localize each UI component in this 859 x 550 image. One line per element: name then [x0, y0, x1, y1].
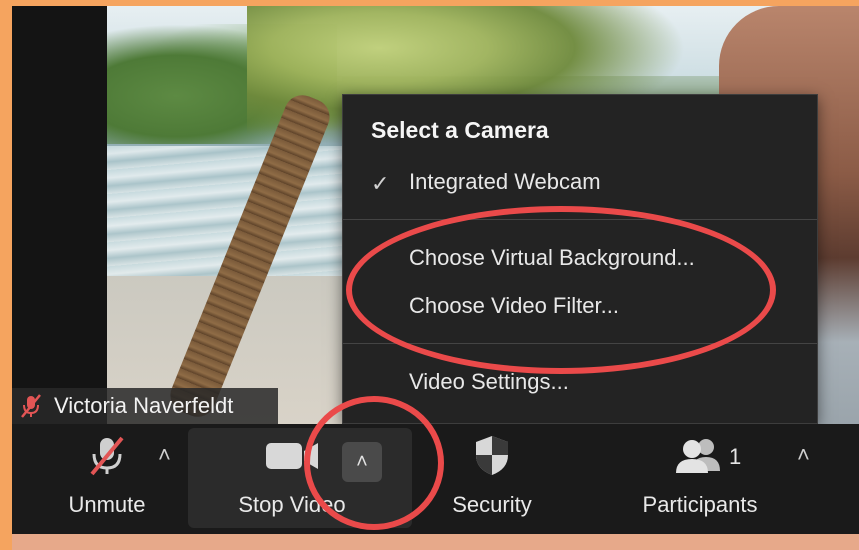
participants-options-caret-icon[interactable]: ˄: [797, 442, 810, 468]
participants-count: 1: [729, 444, 742, 469]
unmute-label: Unmute: [68, 492, 146, 517]
muted-mic-icon: [90, 436, 124, 476]
participants-icon: [676, 439, 720, 473]
menu-item-integrated-webcam[interactable]: Integrated Webcam: [409, 169, 601, 195]
security-button[interactable]: Security: [432, 424, 552, 534]
participants-label: Participants: [642, 492, 758, 517]
participant-name: Victoria Naverfeldt: [54, 393, 234, 418]
security-label: Security: [452, 492, 532, 517]
video-options-caret-icon[interactable]: ˄: [342, 442, 382, 482]
menu-item-video-filter[interactable]: Choose Video Filter...: [409, 293, 619, 319]
video-letterbox: [12, 6, 107, 426]
menu-divider: [343, 343, 817, 344]
participants-button[interactable]: Participants: [630, 424, 770, 534]
menu-item-video-settings[interactable]: Video Settings...: [409, 369, 569, 395]
unmute-button[interactable]: Unmute: [52, 424, 162, 534]
participant-name-tag: Victoria Naverfeldt: [12, 388, 278, 424]
audio-options-caret-icon[interactable]: ˄: [158, 442, 171, 468]
shield-icon: [476, 436, 508, 475]
camera-menu-title: Select a Camera: [371, 117, 549, 143]
stop-video-label: Stop Video: [238, 492, 346, 517]
bottom-frame-strip: [12, 534, 859, 550]
meeting-toolbar: Unmute ˄ Stop Video ˄ Security Participa…: [12, 424, 859, 534]
video-camera-icon: [266, 443, 318, 469]
menu-divider: [343, 219, 817, 220]
muted-mic-icon: [21, 394, 41, 418]
checkmark-icon: ✓: [371, 171, 390, 196]
camera-menu: Select a Camera ✓ Integrated Webcam Choo…: [342, 94, 818, 424]
menu-item-virtual-background[interactable]: Choose Virtual Background...: [409, 245, 695, 271]
